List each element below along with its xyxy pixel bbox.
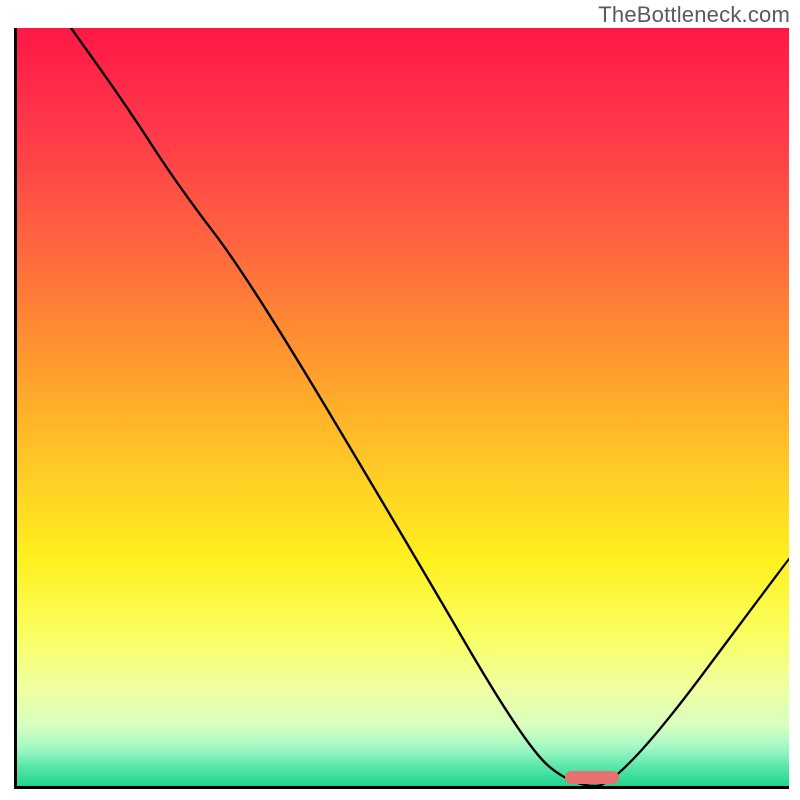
watermark-text: TheBottleneck.com	[598, 2, 790, 28]
chart-container: TheBottleneck.com	[0, 0, 800, 800]
plot-area	[14, 28, 789, 789]
optimal-marker	[565, 771, 619, 784]
bottleneck-curve	[17, 28, 789, 786]
